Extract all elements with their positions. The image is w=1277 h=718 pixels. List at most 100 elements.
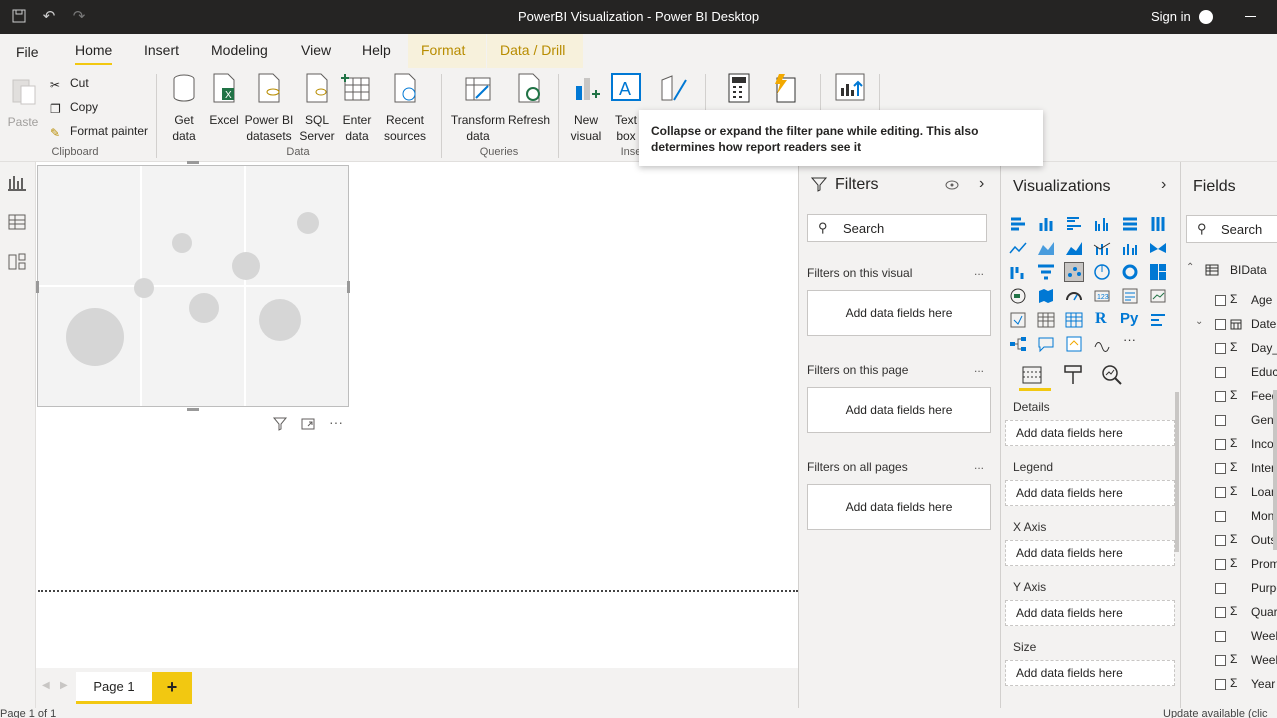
field-checkbox[interactable] xyxy=(1215,631,1226,642)
recent-sources-button[interactable]: Recent sources xyxy=(380,72,430,144)
data-view-icon[interactable] xyxy=(7,212,27,232)
field-item[interactable]: ΣFeedb xyxy=(1181,385,1277,409)
field-checkbox[interactable] xyxy=(1215,343,1226,354)
tab-insert[interactable]: Insert xyxy=(144,42,179,58)
smart-narrative-icon[interactable] xyxy=(1065,335,1083,353)
all-pages-filter-dropzone[interactable]: Add data fields here xyxy=(807,484,991,530)
refresh-button[interactable]: Refresh xyxy=(506,72,552,128)
collapse-viz-icon[interactable]: › xyxy=(1161,176,1166,194)
tab-data-drill[interactable]: Data / Drill xyxy=(500,42,565,58)
treemap-icon[interactable] xyxy=(1149,263,1167,281)
new-measure-button[interactable] xyxy=(722,72,756,112)
field-checkbox[interactable] xyxy=(1215,367,1226,378)
field-item[interactable]: Σ Week xyxy=(1181,649,1277,673)
ribbon-chart-icon[interactable] xyxy=(1149,239,1167,257)
table-name[interactable]: BIData xyxy=(1230,263,1267,277)
well-legend-dropzone[interactable]: Add data fields here xyxy=(1005,480,1175,506)
more-visuals-button[interactable] xyxy=(656,72,692,112)
more-options-icon[interactable]: ... xyxy=(974,264,984,278)
tab-format[interactable]: Format xyxy=(421,42,465,58)
decomposition-tree-icon[interactable] xyxy=(1009,335,1027,353)
tab-modeling[interactable]: Modeling xyxy=(211,42,268,58)
field-item[interactable]: Σ Quar xyxy=(1181,601,1277,625)
more-options-icon[interactable]: ... xyxy=(974,458,984,472)
excel-button[interactable]: X Excel xyxy=(206,72,242,128)
area-chart-icon[interactable] xyxy=(1037,239,1055,257)
gauge-icon[interactable] xyxy=(1065,287,1083,305)
scatter-chart-icon[interactable] xyxy=(1064,262,1084,282)
transform-data-button[interactable]: Transform data xyxy=(448,72,508,144)
field-item[interactable]: Gend xyxy=(1181,409,1277,433)
viz-scrollbar[interactable] xyxy=(1175,392,1179,552)
update-available-link[interactable]: Update available (clic xyxy=(1163,708,1268,718)
clustered-bar-icon[interactable] xyxy=(1065,215,1083,233)
field-checkbox[interactable] xyxy=(1215,415,1226,426)
field-item[interactable]: Σ Prom xyxy=(1181,553,1277,577)
kpi-icon[interactable] xyxy=(1149,287,1167,305)
stacked-bar-icon[interactable] xyxy=(1009,215,1027,233)
filters-search-input[interactable]: ⚲ Search xyxy=(807,214,987,242)
field-checkbox[interactable] xyxy=(1215,463,1226,474)
funnel-icon[interactable] xyxy=(1037,263,1055,281)
field-checkbox[interactable] xyxy=(1215,439,1226,450)
fields-search-input[interactable]: ⚲ Search xyxy=(1186,215,1277,243)
field-checkbox[interactable] xyxy=(1215,295,1226,306)
report-view-icon[interactable] xyxy=(7,172,27,192)
paginated-visual-icon[interactable] xyxy=(1093,335,1111,353)
field-item[interactable]: Purpc xyxy=(1181,577,1277,601)
expand-hierarchy-icon[interactable]: ⌄ xyxy=(1195,316,1203,327)
well-x-axis-dropzone[interactable]: Add data fields here xyxy=(1005,540,1175,566)
resize-handle[interactable] xyxy=(187,408,199,411)
field-item[interactable]: ⌄ Date xyxy=(1181,313,1277,337)
field-checkbox[interactable] xyxy=(1215,511,1226,522)
more-visuals-icon[interactable]: ··· xyxy=(1123,332,1141,350)
waterfall-icon[interactable] xyxy=(1009,263,1027,281)
100-bar-icon[interactable] xyxy=(1121,215,1139,233)
fields-tab-icon[interactable] xyxy=(1021,364,1043,386)
pie-chart-icon[interactable] xyxy=(1093,263,1111,281)
field-checkbox[interactable] xyxy=(1215,535,1226,546)
field-item[interactable]: Σ Day_ xyxy=(1181,337,1277,361)
field-item[interactable]: Mont xyxy=(1181,505,1277,529)
resize-handle[interactable] xyxy=(347,281,350,293)
well-size-dropzone[interactable]: Add data fields here xyxy=(1005,660,1175,686)
tab-page-1[interactable]: Page 1 xyxy=(76,672,152,704)
new-visual-button[interactable]: New visual xyxy=(566,72,606,144)
100-column-icon[interactable] xyxy=(1149,215,1167,233)
field-checkbox[interactable] xyxy=(1215,655,1226,666)
field-item[interactable]: Σ Outst xyxy=(1181,529,1277,553)
fields-scrollbar[interactable] xyxy=(1273,390,1277,550)
collapse-table-icon[interactable]: ⌃ xyxy=(1186,262,1194,273)
field-checkbox[interactable] xyxy=(1215,607,1226,618)
next-page-icon[interactable]: ▶ xyxy=(60,680,68,691)
publish-button[interactable] xyxy=(832,72,868,112)
field-item[interactable]: Σ Incor xyxy=(1181,433,1277,457)
get-data-button[interactable]: Get data xyxy=(164,72,204,144)
field-item[interactable]: Educa xyxy=(1181,361,1277,385)
format-painter-button[interactable]: ✎ Format painter xyxy=(50,124,148,140)
card-icon[interactable]: 123 xyxy=(1093,287,1111,305)
map-icon[interactable] xyxy=(1009,287,1027,305)
filled-map-icon[interactable] xyxy=(1037,287,1055,305)
field-checkbox[interactable] xyxy=(1215,679,1226,690)
key-influencers-icon[interactable] xyxy=(1149,311,1167,329)
visual-filter-dropzone[interactable]: Add data fields here xyxy=(807,290,991,336)
scatter-visual[interactable] xyxy=(37,165,349,407)
minimize-button[interactable] xyxy=(1245,16,1256,17)
cut-button[interactable]: ✂ Cut xyxy=(50,76,89,92)
line-clustered-icon[interactable] xyxy=(1121,239,1139,257)
multi-row-card-icon[interactable] xyxy=(1121,287,1139,305)
well-y-axis-dropzone[interactable]: Add data fields here xyxy=(1005,600,1175,626)
field-item[interactable]: ΣLoan_ xyxy=(1181,481,1277,505)
resize-handle[interactable] xyxy=(187,161,199,164)
filter-icon[interactable] xyxy=(272,416,288,432)
line-chart-icon[interactable] xyxy=(1009,239,1027,257)
field-item[interactable]: Σ Year xyxy=(1181,673,1277,697)
model-view-icon[interactable] xyxy=(7,252,27,272)
eye-icon[interactable] xyxy=(945,180,959,190)
well-details-dropzone[interactable]: Add data fields here xyxy=(1005,420,1175,446)
slicer-icon[interactable] xyxy=(1009,311,1027,329)
prev-page-icon[interactable]: ◀ xyxy=(42,680,50,691)
copy-button[interactable]: ❐ Copy xyxy=(50,100,98,116)
field-checkbox[interactable] xyxy=(1215,559,1226,570)
